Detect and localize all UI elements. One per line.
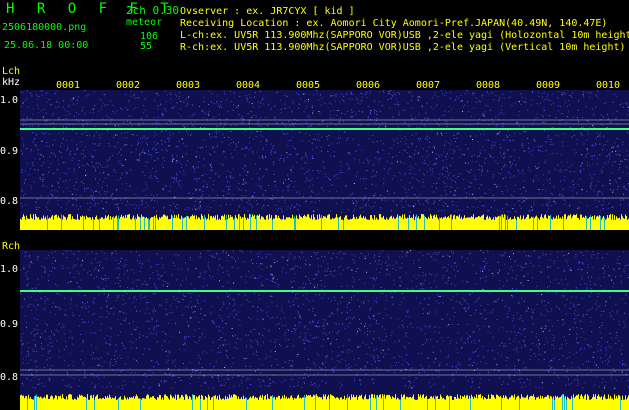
lch-ytick-1: 1.0	[0, 95, 19, 106]
rch-info: R-ch:ex. UV5R 113.900Mhz(SAPPORO VOR)USB…	[180, 42, 626, 53]
lch-spectrogram	[20, 90, 629, 230]
spectrogram-background	[20, 90, 629, 230]
rch-spectrogram	[20, 250, 629, 410]
lch-ytick-3: 0.8	[0, 196, 19, 207]
meteor-count-rch: 55	[140, 41, 153, 52]
meteor-label: meteor	[126, 17, 163, 28]
datetime-label: 25.06.18 00:00	[4, 40, 89, 51]
rch-ytick-2: 0.9	[0, 319, 19, 330]
channel-mode-label: 2ch 0.30	[126, 4, 179, 17]
observer-info: Ovserver : ex. JR7CYX [ kid ]	[180, 6, 355, 17]
lch-ytick-2: 0.9	[0, 146, 19, 157]
filename-label: 2506180000.png	[2, 22, 87, 33]
rch-ytick-3: 0.8	[0, 372, 19, 383]
rch-spectrogram-panel	[20, 250, 629, 410]
lch-info: L-ch:ex. UV5R 113.900Mhz(SAPPORO VOR)USB…	[180, 30, 629, 41]
lch-unit: kHz	[2, 77, 21, 88]
rch-ytick-1: 1.0	[0, 264, 19, 275]
rch-name: Rch	[2, 241, 21, 252]
lch-spectrogram-panel	[20, 90, 629, 230]
lch-name: Lch	[2, 66, 21, 77]
location-info: Receiving Location : ex. Aomori City Aom…	[180, 18, 608, 29]
